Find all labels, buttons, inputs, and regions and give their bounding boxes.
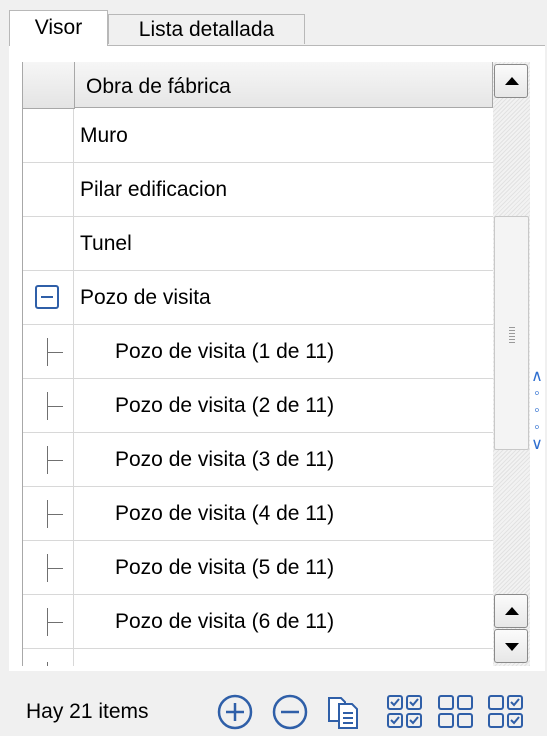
- row-label: Pozo de visita: [80, 286, 211, 309]
- table-row[interactable]: Pozo de visita (4 de 11): [23, 487, 494, 541]
- row-gutter: [23, 649, 74, 666]
- header-corner: [23, 62, 75, 109]
- chevron-down-icon: ∨: [531, 436, 543, 453]
- panel-collapse-handle[interactable]: ∧ ◦ ◦ ◦ ∨: [528, 368, 546, 453]
- chevron-up-icon: ∧: [531, 368, 543, 385]
- tree-branch-icon: [47, 460, 63, 461]
- collapse-icon[interactable]: [35, 285, 59, 309]
- tree-branch-icon: [47, 568, 63, 569]
- vertical-scrollbar[interactable]: [493, 62, 530, 666]
- tree-branch-icon: [47, 622, 63, 623]
- row-gutter: [23, 379, 74, 432]
- table-row[interactable]: Tunel: [23, 217, 494, 271]
- row-label: Pozo de visita (2 de 11): [115, 394, 335, 417]
- table-row[interactable]: Pozo de visita (3 de 11): [23, 433, 494, 487]
- row-label: Pozo de visita (4 de 11): [115, 502, 335, 525]
- row-gutter: [23, 595, 74, 648]
- row-label: Pozo de visita (1 de 11): [115, 340, 335, 363]
- row-label: Pozo de visita (7 de 11): [115, 649, 334, 666]
- dot-icon: ◦: [534, 385, 540, 402]
- row-label: Pozo de visita (3 de 11): [115, 448, 335, 471]
- scrollbar-thumb[interactable]: [494, 216, 529, 450]
- row-gutter: [23, 109, 74, 162]
- tree-grid: Obra de fábrica Muro Pilar edificacion T…: [22, 62, 494, 666]
- remove-button[interactable]: [271, 693, 309, 731]
- add-circle-icon: [217, 694, 253, 730]
- grid-header: Obra de fábrica: [23, 62, 494, 109]
- scroll-top-button[interactable]: [494, 64, 528, 98]
- row-label: Pozo de visita (5 de 11): [115, 556, 335, 579]
- copy-button[interactable]: [325, 693, 363, 731]
- row-gutter: [23, 217, 74, 270]
- grip-icon: [509, 327, 515, 343]
- row-gutter: [23, 163, 74, 216]
- row-gutter: [23, 487, 74, 540]
- dot-icon: ◦: [534, 402, 540, 419]
- tree-branch-icon: [47, 406, 63, 407]
- tree-branch-icon: [47, 514, 63, 515]
- uncheck-all-icon: [438, 695, 473, 728]
- arrow-up-icon: [505, 77, 519, 85]
- row-gutter: [23, 271, 74, 324]
- table-row[interactable]: Pozo de visita (5 de 11): [23, 541, 494, 595]
- uncheck-all-button[interactable]: [437, 693, 475, 731]
- table-row[interactable]: Pozo de visita (6 de 11): [23, 595, 494, 649]
- table-row[interactable]: Pozo de visita (1 de 11): [23, 325, 494, 379]
- dot-icon: ◦: [534, 419, 540, 436]
- scroll-up-button[interactable]: [494, 594, 528, 628]
- row-label: Tunel: [80, 232, 132, 255]
- invert-check-icon: [488, 695, 523, 728]
- row-gutter: [23, 433, 74, 486]
- invert-check-button[interactable]: [487, 693, 525, 731]
- table-row[interactable]: Muro: [23, 109, 494, 163]
- table-row[interactable]: Pozo de visita (7 de 11): [23, 649, 494, 666]
- tree-branch-icon: [47, 352, 63, 353]
- item-count-status: Hay 21 items: [26, 700, 149, 723]
- check-all-button[interactable]: [386, 693, 424, 731]
- row-gutter: [23, 325, 74, 378]
- scroll-down-button[interactable]: [494, 629, 528, 663]
- arrow-down-icon: [505, 643, 519, 651]
- remove-circle-icon: [272, 694, 308, 730]
- row-gutter: [23, 541, 74, 594]
- tree-line-icon: [47, 662, 48, 666]
- table-row[interactable]: Pilar edificacion: [23, 163, 494, 217]
- table-row[interactable]: Pozo de visita (2 de 11): [23, 379, 494, 433]
- tab-visor[interactable]: Visor: [9, 10, 108, 46]
- tab-lista-detallada[interactable]: Lista detallada: [108, 14, 305, 44]
- arrow-up-icon: [505, 607, 519, 615]
- row-label: Pozo de visita (6 de 11): [115, 610, 335, 633]
- check-all-icon: [387, 695, 422, 728]
- table-row[interactable]: Pozo de visita: [23, 271, 494, 325]
- row-label: Muro: [80, 124, 128, 147]
- row-label: Pilar edificacion: [80, 178, 228, 201]
- copy-document-icon: [328, 697, 358, 729]
- column-header-obra-de-fabrica[interactable]: Obra de fábrica: [75, 62, 493, 108]
- add-button[interactable]: [216, 693, 254, 731]
